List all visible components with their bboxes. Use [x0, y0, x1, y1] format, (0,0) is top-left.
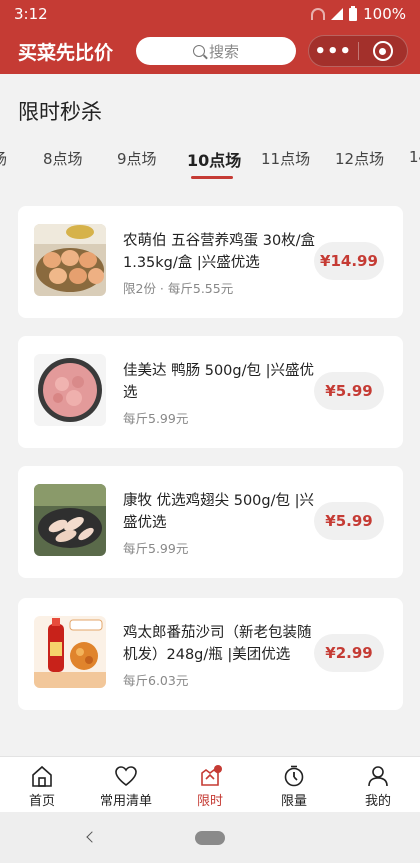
product-card[interactable]: 农萌伯 五谷营养鸡蛋 30枚/盒 1.35kg/盒 |兴盛优选 限2份 · 每斤…	[18, 206, 403, 318]
product-card[interactable]: 康牧 优选鸡翅尖 500g/包 |兴盛优选 每斤5.99元 ¥5.99	[18, 466, 403, 578]
product-image-chicken-wing-tips	[34, 484, 106, 556]
signal-icon	[331, 8, 344, 20]
tabbar-label: 常用清单	[99, 794, 152, 809]
product-image-duck-intestine	[34, 354, 106, 426]
mini-program-capsule: •••	[308, 35, 408, 67]
page-title: 限时秒杀	[18, 100, 102, 124]
battery-icon	[349, 5, 358, 21]
search-input[interactable]: 搜索	[136, 37, 296, 65]
product-card[interactable]: 鸡太郎番茄沙司（新老包装随机发）248g/瓶 |美团优选 每斤6.03元 ¥2.…	[18, 598, 403, 710]
wifi-icon	[311, 8, 326, 20]
product-meta: 每斤5.99元	[123, 541, 189, 556]
status-bar: 3:12 100%	[0, 0, 420, 28]
battery-level: 100%	[363, 5, 406, 23]
tabbar-label: 我的	[364, 794, 391, 809]
active-tab-indicator	[191, 176, 233, 179]
timer-icon	[284, 765, 304, 787]
price-button[interactable]: ¥14.99	[314, 242, 384, 280]
tab-9[interactable]: 9点场	[117, 148, 157, 169]
status-time: 3:12	[14, 5, 48, 23]
tab-14[interactable]: 14	[409, 148, 420, 166]
search-icon	[192, 45, 205, 57]
back-icon[interactable]	[86, 831, 98, 843]
person-icon	[368, 766, 388, 787]
tabbar-flash-sale[interactable]: 限时	[168, 757, 252, 812]
tabbar-limited[interactable]: 限量	[252, 757, 336, 812]
product-name: 农萌伯 五谷营养鸡蛋 30枚/盒 1.35kg/盒 |兴盛优选	[123, 233, 316, 271]
tabbar-favorites[interactable]: 常用清单	[84, 757, 168, 812]
price-button[interactable]: ¥5.99	[314, 372, 384, 410]
tab-prev-session[interactable]: 场	[0, 148, 7, 169]
product-meta: 每斤6.03元	[123, 673, 189, 688]
tabbar-home[interactable]: 首页	[0, 757, 84, 812]
product-name: 佳美达 鸭肠 500g/包 |兴盛优选	[123, 363, 314, 401]
more-icon[interactable]: •••	[309, 41, 358, 62]
flash-sale-page: 限时秒杀 场 8点场 9点场 10点场 11点场 12点场 14 农萌伯	[0, 74, 420, 756]
product-image-eggs	[34, 224, 106, 296]
home-icon	[32, 765, 52, 787]
search-placeholder: 搜索	[208, 42, 239, 61]
price-button[interactable]: ¥5.99	[314, 502, 384, 540]
product-name: 康牧 优选鸡翅尖 500g/包 |兴盛优选	[123, 493, 314, 531]
flash-sale-icon	[201, 765, 222, 786]
tab-8[interactable]: 8点场	[43, 148, 83, 169]
tabbar-label: 限量	[280, 794, 307, 809]
tab-12[interactable]: 12点场	[335, 148, 384, 169]
product-name: 鸡太郎番茄沙司（新老包装随机发）248g/瓶 |美团优选	[123, 625, 312, 663]
tabbar-mine[interactable]: 我的	[336, 757, 420, 812]
bottom-tab-bar: 首页 常用清单 限时 限量 我的	[0, 756, 420, 812]
home-pill[interactable]	[195, 831, 225, 845]
product-image-ketchup	[34, 616, 106, 688]
system-nav-bar	[0, 812, 420, 863]
tabbar-label: 首页	[28, 794, 55, 809]
close-button[interactable]	[359, 41, 408, 61]
app-header: 买菜先比价 搜索 •••	[0, 28, 420, 74]
tabbar-label: 限时	[196, 794, 223, 809]
product-card[interactable]: 佳美达 鸭肠 500g/包 |兴盛优选 每斤5.99元 ¥5.99	[18, 336, 403, 448]
product-meta: 限2份 · 每斤5.55元	[123, 281, 234, 296]
target-icon	[372, 41, 393, 61]
heart-icon	[115, 766, 137, 787]
tab-11[interactable]: 11点场	[261, 148, 310, 169]
product-meta: 每斤5.99元	[123, 411, 189, 426]
price-button[interactable]: ¥2.99	[314, 634, 384, 672]
tab-10[interactable]: 10点场	[187, 147, 241, 171]
app-title: 买菜先比价	[18, 41, 114, 64]
